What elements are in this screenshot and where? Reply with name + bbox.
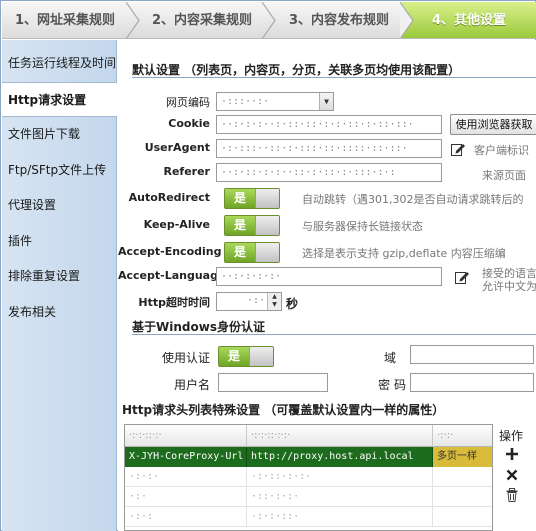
table-row[interactable]: ·:· ·::·:·:· — [125, 487, 492, 507]
header-value-cell[interactable]: http://proxy.host.api.local — [247, 447, 433, 467]
username-input[interactable] — [218, 373, 328, 392]
grid-header-row: ·:·:·::·:· ·:·:·::·:·:· ·:·:· — [125, 425, 492, 447]
step-url-rules[interactable]: 1、网址采集规则 — [2, 2, 128, 38]
autoredirect-hint: 自动跳转（遇301,302是否自动请求跳转后的 — [302, 193, 524, 206]
header-value-cell[interactable]: ·:·:·::· — [247, 507, 433, 527]
use-auth-toggle[interactable]: 是 — [218, 346, 274, 367]
sidebar-item-file-download[interactable]: 文件图片下载 — [2, 117, 116, 153]
keepalive-hint: 与服务器保持长链接状态 — [302, 220, 423, 233]
header-scope-cell[interactable] — [433, 487, 492, 507]
grid-column-header[interactable]: ·:·:· — [433, 425, 492, 447]
referer-label: Referer — [163, 165, 211, 178]
referer-input[interactable]: ··:·::·:·:··::·:·::·:·:::·:·: — [216, 163, 442, 182]
useragent-input[interactable]: ·:·:::··::·:·:::·::·::::·::·::· — [216, 139, 442, 158]
use-auth-label: 使用认证 — [161, 351, 210, 365]
step-separator-icon — [400, 2, 414, 38]
acceptencoding-toggle[interactable]: 是 — [224, 242, 280, 263]
encoding-select[interactable]: ·:::··:· ▼ — [216, 92, 334, 111]
password-input[interactable] — [410, 373, 534, 392]
header-value-cell[interactable]: ·::·:·:· — [247, 487, 433, 507]
encoding-label: 网页编码 — [166, 96, 210, 109]
settings-sidebar: 任务运行线程及时间 Http请求设置 文件图片下载 Ftp/SFtp文件上传 代… — [2, 40, 117, 531]
sidebar-item-proxy[interactable]: 代理设置 — [2, 188, 116, 224]
sidebar-item-ftp-upload[interactable]: Ftp/SFtp文件上传 — [2, 153, 116, 189]
referer-hint: 来源页面 — [482, 169, 526, 182]
useragent-label: UserAgent — [144, 141, 210, 154]
default-section-title: 默认设置 （列表页，内容页，分页，关联多页均使用该配置） — [132, 63, 461, 77]
add-icon[interactable] — [504, 446, 520, 462]
spinner-arrows-icon[interactable]: ▲ ▼ — [267, 293, 281, 310]
acceptlanguage-input[interactable]: ··:·:·:·:· — [216, 267, 442, 286]
headers-section-title: Http请求头列表特殊设置 （可覆盖默认设置内一样的属性） — [122, 403, 445, 417]
step-publish-rules[interactable]: 3、内容发布规则 — [276, 2, 402, 38]
settings-window: 1、网址采集规则 2、内容采集规则 3、内容发布规则 4、其他设置 任务运行线程… — [0, 0, 536, 531]
grid-column-header[interactable]: ·:·:·::·:·:· — [247, 425, 433, 447]
domain-input[interactable] — [410, 345, 534, 364]
acceptlanguage-hint-2: 允许中文为 — [482, 280, 536, 293]
wizard-steps: 1、网址采集规则 2、内容采集规则 3、内容发布规则 4、其他设置 — [2, 2, 536, 39]
cookie-label: Cookie — [168, 117, 210, 130]
domain-label: 域 — [383, 351, 396, 365]
step-separator-icon — [126, 2, 140, 38]
keepalive-toggle[interactable]: 是 — [224, 215, 280, 236]
cookie-input[interactable]: ··:·:·:··:·::·::·:·:·::·:·::·::· — [216, 115, 442, 134]
http-settings-panel: 默认设置 （列表页，内容页，分页，关联多页均使用该配置） 网页编码 ·:::··… — [118, 40, 536, 531]
header-name-cell[interactable]: ·:·: — [125, 507, 247, 527]
acceptencoding-hint: 选择是表示支持 gzip,deflate 内容压缩编 — [302, 247, 506, 260]
operations-label: 操作 — [499, 429, 524, 443]
grid-column-header[interactable]: ·:·:·::·:· — [125, 425, 247, 447]
timeout-spinner[interactable]: ·:· ▲ ▼ — [216, 292, 282, 311]
table-row[interactable]: X-JYH-CoreProxy-Url http://proxy.host.ap… — [125, 447, 492, 467]
header-name-cell[interactable]: ·:· — [125, 487, 247, 507]
autoredirect-label: AutoRedirect — [128, 191, 210, 204]
headers-grid: ·:·:·::·:· ·:·:·::·:·:· ·:·:· X-JYH-Core… — [124, 424, 493, 531]
delete-x-icon[interactable] — [504, 467, 520, 483]
auth-section-title: 基于Windows身份认证 — [132, 320, 265, 334]
edit-icon[interactable] — [450, 141, 466, 157]
chevron-down-icon[interactable]: ▼ — [319, 93, 333, 110]
username-label: 用户名 — [173, 378, 210, 392]
header-name-cell[interactable]: ·:·:· — [125, 467, 247, 487]
header-scope-cell[interactable]: 多页一样 — [433, 447, 492, 467]
password-label: 密 码 — [378, 378, 406, 392]
edit-icon[interactable] — [454, 269, 470, 285]
table-row[interactable]: ·:·:· ·:·::·:·:· — [125, 467, 492, 487]
sidebar-item-http-request[interactable]: Http请求设置 — [2, 81, 117, 117]
timeout-label: Http超时时间 — [138, 296, 210, 309]
header-value-cell[interactable]: ·:·::·:·:· — [247, 467, 433, 487]
sidebar-item-thread-time[interactable]: 任务运行线程及时间 — [2, 46, 116, 82]
section-divider — [132, 77, 536, 78]
timeout-unit: 秒 — [286, 297, 299, 311]
table-row[interactable]: ·:·: ·:·:·::· — [125, 507, 492, 527]
autoredirect-toggle[interactable]: 是 — [224, 188, 280, 209]
keepalive-label: Keep-Alive — [143, 218, 210, 231]
header-scope-cell[interactable] — [433, 507, 492, 527]
step-separator-icon — [262, 2, 276, 38]
header-name-cell[interactable]: X-JYH-CoreProxy-Url — [125, 447, 247, 467]
sidebar-item-publish[interactable]: 发布相关 — [2, 295, 116, 331]
header-scope-cell[interactable] — [433, 467, 492, 487]
useragent-hint: 客户端标识 — [474, 144, 529, 157]
sidebar-item-plugins[interactable]: 插件 — [2, 224, 116, 260]
sidebar-item-dedupe[interactable]: 排除重复设置 — [2, 259, 116, 295]
section-divider — [132, 334, 536, 335]
step-content-rules[interactable]: 2、内容采集规则 — [140, 2, 264, 38]
acceptencoding-label: Accept-Encoding — [118, 245, 222, 258]
acceptlanguage-label: Accept-Language — [118, 269, 226, 282]
trash-icon[interactable] — [504, 487, 520, 503]
step-other-settings[interactable]: 4、其他设置 — [402, 2, 536, 38]
get-from-browser-button[interactable]: 使用浏览器获取 — [450, 114, 536, 135]
